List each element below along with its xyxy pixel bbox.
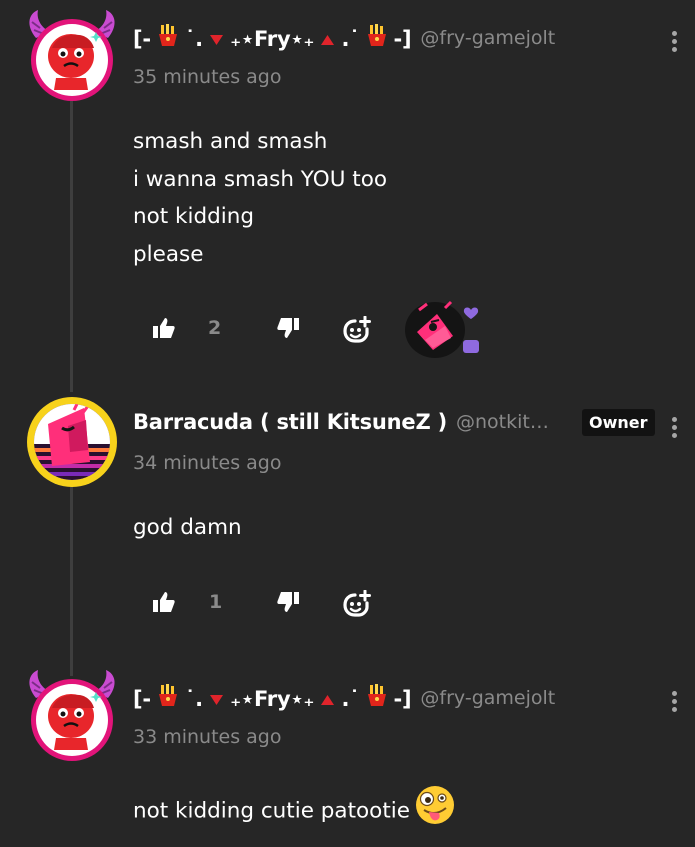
french-fries-emoji (367, 684, 394, 711)
kebab-menu-icon (664, 31, 684, 52)
display-name[interactable]: [- ˙. ₊⋆Fry⋆₊ .˙ -] (133, 24, 412, 51)
add-sticker-icon (343, 589, 371, 617)
more-options-button[interactable] (664, 416, 684, 444)
thumbs-up-icon (153, 318, 175, 338)
french-fries-emoji (367, 24, 394, 51)
fry-avatar-image (29, 10, 115, 101)
add-reaction-button[interactable] (343, 589, 371, 622)
comment-line: i wanna smash YOU too (133, 166, 388, 192)
display-name[interactable]: [- ˙. ₊⋆Fry⋆₊ .˙ -] (133, 684, 412, 711)
comment-line: not kidding (133, 204, 255, 229)
dislike-button[interactable] (276, 590, 300, 618)
thread-connector (70, 486, 73, 676)
thumbs-up-icon (153, 592, 175, 612)
reaction-sticker[interactable] (403, 300, 487, 364)
display-name[interactable]: Barracuda ( still KitsuneZ ) (133, 410, 447, 434)
thumbs-down-icon (277, 318, 299, 338)
comment-body: smash and smash i wanna smash YOU too no… (133, 123, 387, 273)
red-triangle-down-emoji (210, 27, 224, 51)
owner-badge: Owner (582, 409, 655, 436)
more-options-button[interactable] (664, 30, 684, 58)
french-fries-emoji (158, 24, 185, 51)
red-triangle-up-emoji (321, 687, 335, 711)
more-options-button[interactable] (664, 690, 684, 718)
timestamp[interactable]: 35 minutes ago (133, 66, 282, 88)
kebab-menu-icon (664, 417, 684, 438)
avatar[interactable] (26, 668, 116, 761)
add-sticker-icon (343, 315, 371, 343)
comment-line: not kidding cutie patootie (133, 784, 456, 839)
username[interactable]: @fry-gamejolt (420, 27, 555, 49)
add-reaction-button[interactable] (343, 315, 371, 348)
comment-header: Barracuda ( still KitsuneZ ) @notkitsune… (133, 410, 556, 434)
comment-body: not kidding cutie patootie (133, 784, 456, 839)
kebab-menu-icon (664, 691, 684, 712)
comment-header: [- ˙. ₊⋆Fry⋆₊ .˙ -] @fry-gamejolt (133, 24, 555, 51)
comment-line: please (133, 241, 204, 267)
avatar[interactable] (26, 8, 116, 101)
red-triangle-up-emoji (321, 27, 335, 51)
zany-face-emoji (414, 784, 456, 839)
red-triangle-down-emoji (210, 687, 224, 711)
comment-header: [- ˙. ₊⋆Fry⋆₊ .˙ -] @fry-gamejolt (133, 684, 555, 711)
french-fries-emoji (158, 684, 185, 711)
barracuda-avatar-image (27, 397, 117, 487)
comment-body: god damn (133, 509, 242, 547)
timestamp[interactable]: 33 minutes ago (133, 726, 282, 748)
comment-line: god damn (133, 515, 242, 540)
thumbs-down-icon (277, 592, 299, 612)
username[interactable]: @fry-gamejolt (420, 687, 555, 709)
like-count: 1 (209, 591, 223, 613)
like-button[interactable] (152, 316, 176, 344)
like-count: 2 (208, 317, 222, 339)
avatar[interactable] (26, 396, 117, 487)
like-button[interactable] (152, 590, 176, 618)
comment-line: smash and smash (133, 129, 328, 154)
username[interactable]: @notkitsunez (456, 411, 556, 433)
dislike-button[interactable] (276, 316, 300, 344)
fry-avatar-image (29, 670, 115, 761)
thread-connector (70, 100, 73, 392)
sticker-image (405, 300, 479, 358)
timestamp[interactable]: 34 minutes ago (133, 452, 282, 474)
